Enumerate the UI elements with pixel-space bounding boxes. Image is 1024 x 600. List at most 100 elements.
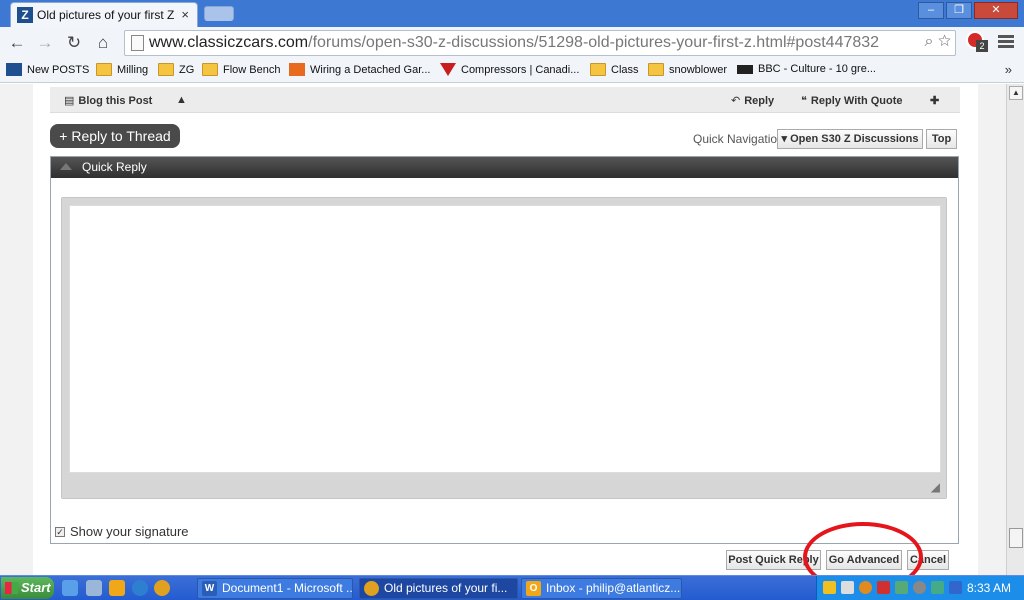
scroll-up-arrow-icon[interactable]: ▲	[1009, 86, 1023, 100]
tab-close-icon[interactable]: ×	[181, 7, 189, 22]
multi-quote-icon[interactable]: ✚	[930, 94, 939, 107]
report-post-icon[interactable]: ▲	[176, 94, 187, 106]
chrome-icon	[364, 581, 379, 596]
bookmark-label: Class	[611, 63, 639, 76]
start-button[interactable]: Start	[1, 577, 54, 599]
bookmark-compressors[interactable]: Compressors | Canadi...	[440, 63, 579, 76]
task-outlook[interactable]: O Inbox - philip@atlanticz....	[521, 578, 682, 599]
blog-icon: ▤	[64, 95, 75, 107]
tray-icon[interactable]	[913, 581, 926, 594]
task-label: Document1 - Microsoft ...	[222, 581, 353, 595]
bookmark-bbc[interactable]: BBC - Culture - 10 gre...	[737, 63, 876, 75]
star-icon[interactable]: ☆	[938, 33, 951, 50]
browser-tab-active[interactable]: Z Old pictures of your first Z ×	[10, 2, 198, 27]
extension-icon[interactable]: 2	[966, 31, 988, 53]
ie-icon[interactable]	[132, 580, 148, 596]
reply-textarea[interactable]	[69, 205, 941, 473]
tray-icon[interactable]	[931, 581, 944, 594]
scroll-thumb[interactable]	[1009, 528, 1023, 548]
bookmark-label: ZG	[179, 63, 195, 76]
reply-icon: ↶	[731, 95, 741, 107]
bbc-icon	[737, 64, 753, 74]
outlook-icon[interactable]	[109, 580, 125, 596]
new-tab-button[interactable]	[204, 6, 234, 21]
bookmark-zg[interactable]: ZG	[158, 63, 194, 76]
show-signature-option[interactable]: ✓ Show your signature	[55, 524, 189, 539]
bookmark-milling[interactable]: Milling	[96, 63, 148, 76]
page-icon	[131, 35, 144, 51]
forum-content: ▤ Blog this Post ▲ ↶ Reply ❝ Reply With Quo…	[33, 84, 978, 575]
quick-reply-title: Quick Reply	[82, 160, 147, 174]
quicklaunch-icon[interactable]	[86, 580, 102, 596]
start-label: Start	[21, 580, 51, 595]
bookmark-new-posts[interactable]: New POSTS	[6, 63, 89, 76]
quick-reply-header[interactable]: Quick Reply	[51, 157, 958, 178]
top-button[interactable]: Top	[926, 129, 957, 149]
bookmark-label: BBC - Culture - 10 gre...	[758, 63, 876, 75]
close-window-button[interactable]: ✕	[974, 2, 1018, 19]
browser-titlebar: Z Old pictures of your first Z × – ❐ ✕	[0, 0, 1024, 27]
word-icon: W	[202, 581, 217, 596]
clock: 8:33 AM	[966, 581, 1011, 595]
tray-icon[interactable]	[949, 581, 962, 594]
bookmarks-bar: New POSTS Milling ZG Flow Bench Wiring a…	[0, 59, 1024, 83]
site-favicon-icon	[6, 63, 22, 76]
quote-icon: ❝	[801, 95, 807, 107]
menu-icon[interactable]	[998, 35, 1014, 50]
bookmark-label: Wiring a Detached Gar...	[310, 63, 431, 76]
bookmark-wiring[interactable]: Wiring a Detached Gar...	[289, 63, 430, 76]
home-icon[interactable]: ⌂	[92, 33, 114, 53]
address-bar[interactable]: www.classiczcars.com/forums/open-s30-z-d…	[124, 30, 956, 56]
collapse-icon[interactable]	[60, 163, 72, 170]
back-arrow-icon[interactable]: ←	[6, 33, 28, 53]
minimize-button[interactable]: –	[918, 2, 944, 19]
forum-nav-dropdown[interactable]: ▾ Open S30 Z Discussions	[777, 129, 923, 149]
bookmark-flow-bench[interactable]: Flow Bench	[202, 63, 280, 76]
page-scrollbar[interactable]: ▲	[1006, 84, 1024, 575]
network-icon[interactable]	[895, 581, 908, 594]
editor-frame: ◢	[61, 197, 947, 499]
tray-icon[interactable]	[877, 581, 890, 594]
reply-link[interactable]: ↶ Reply	[731, 94, 774, 107]
outlook-icon: O	[526, 581, 541, 596]
post-action-bar: ▤ Blog this Post ▲ ↶ Reply ❝ Reply With Quo…	[50, 87, 960, 113]
blog-label: Blog this Post	[78, 95, 153, 107]
site-favicon-icon: Z	[17, 7, 33, 23]
omnibox-icons: ⌕ ☆	[925, 33, 951, 51]
bookmark-class[interactable]: Class	[590, 63, 639, 76]
url-path: /forums/open-s30-z-discussions/51298-old…	[308, 34, 880, 51]
task-chrome[interactable]: Old pictures of your fi...	[359, 578, 518, 599]
windows-taskbar: Start W Document1 - Microsoft ... Old pic…	[0, 575, 1024, 600]
tray-icon[interactable]	[859, 581, 872, 594]
show-signature-label: Show your signature	[70, 524, 189, 539]
bookmark-snowblower[interactable]: snowblower	[648, 63, 727, 76]
forward-arrow-icon[interactable]: →	[34, 33, 56, 53]
folder-icon	[648, 63, 664, 76]
blog-this-post-link[interactable]: ▤ Blog this Post	[64, 94, 152, 107]
tray-icon[interactable]	[823, 581, 836, 594]
folder-icon	[202, 63, 218, 76]
reload-icon[interactable]: ↻	[63, 33, 85, 53]
tab-title: Old pictures of your first Z	[37, 8, 175, 22]
reply-with-quote-label: Reply With Quote	[810, 95, 903, 107]
address-url[interactable]: www.classiczcars.com/forums/open-s30-z-d…	[149, 34, 879, 52]
task-word[interactable]: W Document1 - Microsoft ...	[197, 578, 353, 599]
search-icon[interactable]: ⌕	[925, 33, 934, 50]
window-controls: – ❐ ✕	[916, 2, 1018, 19]
bookmarks-more[interactable]: »	[1005, 62, 1012, 77]
folder-icon	[96, 63, 112, 76]
chrome-icon[interactable]	[154, 580, 170, 596]
bookmark-label: Flow Bench	[223, 63, 281, 76]
restore-button[interactable]: ❐	[946, 2, 972, 19]
extension-badge: 2	[976, 40, 988, 52]
quick-reply-panel: Quick Reply ◢ ✓ Show your signature	[50, 156, 959, 544]
site-favicon-icon	[289, 63, 305, 76]
task-label: Old pictures of your fi...	[384, 581, 508, 595]
reply-with-quote-link[interactable]: ❝ Reply With Quote	[801, 94, 903, 107]
volume-icon[interactable]	[841, 581, 854, 594]
resize-grip-icon[interactable]: ◢	[931, 480, 940, 494]
system-tray: 8:33 AM	[816, 576, 1024, 600]
reply-to-thread-button[interactable]: + Reply to Thread	[50, 124, 180, 148]
quicklaunch-icon[interactable]	[62, 580, 78, 596]
signature-checkbox[interactable]: ✓	[55, 526, 65, 537]
